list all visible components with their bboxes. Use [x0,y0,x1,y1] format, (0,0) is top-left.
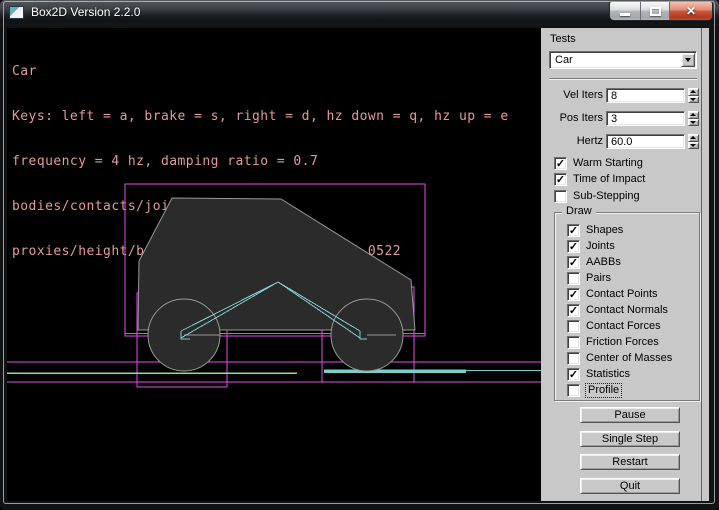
time-of-impact-label: Time of Impact [573,173,645,186]
time-of-impact-checkbox[interactable]: ✓ [554,173,567,186]
joints-checkbox[interactable]: ✓ [567,240,580,253]
close-button[interactable]: ✕ [669,2,712,20]
maximize-button[interactable] [640,2,669,20]
pos-iters-stepper [688,111,699,126]
single-step-button-label: Single Step [602,433,658,445]
warm-starting-checkbox[interactable]: ✓ [554,157,567,170]
aabbs-checkbox[interactable]: ✓ [567,256,580,269]
contact-forces-checkbox[interactable] [567,320,580,333]
draw-group: ✓ Shapes ✓ Joints ✓ AABBs Pairs ✓ Contac… [554,212,700,401]
tests-selected-value: Car [555,54,573,67]
pos-iters-input[interactable] [606,111,685,126]
friction-forces-label: Friction Forces [586,336,659,349]
shapes-label: Shapes [586,224,623,237]
pause-button-label: Pause [614,409,645,421]
debug-draw-scene [7,28,541,501]
hertz-input[interactable] [606,134,685,149]
app-icon [9,6,24,19]
spinner-up-button[interactable] [688,134,699,142]
friction-forces-checkbox[interactable] [567,336,580,349]
pairs-label: Pairs [586,272,611,285]
left-wheel-shape [148,299,220,371]
profile-checkbox[interactable] [567,384,580,397]
minimize-icon [620,13,630,16]
hertz-stepper [688,134,699,149]
single-step-button[interactable]: Single Step [580,431,680,447]
spinner-up-button[interactable] [688,88,699,96]
chevron-down-icon [685,58,691,62]
spinner-up-button[interactable] [688,111,699,119]
right-wheel-shape [331,299,403,371]
title-bar[interactable]: Box2D Version 2.2.0 ✕ [0,0,719,26]
spinner-up-icon [690,136,696,139]
shapes-checkbox[interactable]: ✓ [567,224,580,237]
spinner-up-icon [690,90,696,93]
center-of-masses-checkbox[interactable] [567,352,580,365]
hertz-label: Hertz [541,135,603,147]
vel-iters-stepper [688,88,699,103]
statistics-label: Statistics [586,368,630,381]
pos-iters-row: Pos Iters [541,111,709,127]
tests-dropdown[interactable]: Car [549,51,697,69]
restart-button-label: Restart [612,456,647,468]
contact-points-label: Contact Points [586,288,658,301]
pairs-checkbox[interactable] [567,272,580,285]
sub-stepping-label: Sub-Stepping [573,190,640,203]
spinner-down-button[interactable] [688,142,699,150]
pause-button[interactable]: Pause [580,407,680,423]
hertz-row: Hertz [541,134,709,150]
minimize-button[interactable] [610,2,640,20]
ground-lines [7,362,541,382]
maximize-icon [650,7,661,16]
spinner-down-icon [690,121,696,124]
contact-normals-checkbox[interactable]: ✓ [567,304,580,317]
caption-buttons: ✕ [610,2,712,20]
vel-iters-label: Vel Iters [541,89,603,101]
vel-iters-row: Vel Iters [541,88,709,104]
profile-label: Profile [586,384,621,397]
joints-label: Joints [586,240,615,253]
spinner-down-button[interactable] [688,96,699,104]
simulation-canvas[interactable]: Car Keys: left = a, brake = s, right = d… [7,28,541,501]
separator [549,78,697,80]
spinner-down-icon [690,144,696,147]
spinner-down-button[interactable] [688,119,699,127]
close-icon: ✕ [686,2,696,20]
spinner-up-icon [690,113,696,116]
quit-button[interactable]: Quit [580,478,680,494]
center-of-masses-label: Center of Masses [586,352,672,365]
screenshot-root: { "window": { "title": "Box2D Version 2.… [0,0,719,510]
vel-iters-input[interactable] [606,88,685,103]
warm-starting-label: Warm Starting [573,157,643,170]
contact-forces-label: Contact Forces [586,320,661,333]
spinner-down-icon [690,98,696,101]
contact-normals-label: Contact Normals [586,304,668,317]
statistics-checkbox[interactable]: ✓ [567,368,580,381]
tests-dropdown-button[interactable] [681,53,695,67]
sub-stepping-checkbox[interactable] [554,190,567,203]
contact-points-checkbox[interactable]: ✓ [567,288,580,301]
quit-button-label: Quit [620,480,640,492]
control-panel: Tests Car Vel Iters Pos Iters [541,28,709,501]
aabbs-label: AABBs [586,256,621,269]
tests-label: Tests [550,33,576,45]
window-title: Box2D Version 2.2.0 [31,0,140,26]
draw-group-title: Draw [562,205,596,217]
restart-button[interactable]: Restart [580,454,680,470]
box2d-window: Box2D Version 2.2.0 ✕ Car Keys: left = a… [0,0,719,510]
pos-iters-label: Pos Iters [541,112,603,124]
